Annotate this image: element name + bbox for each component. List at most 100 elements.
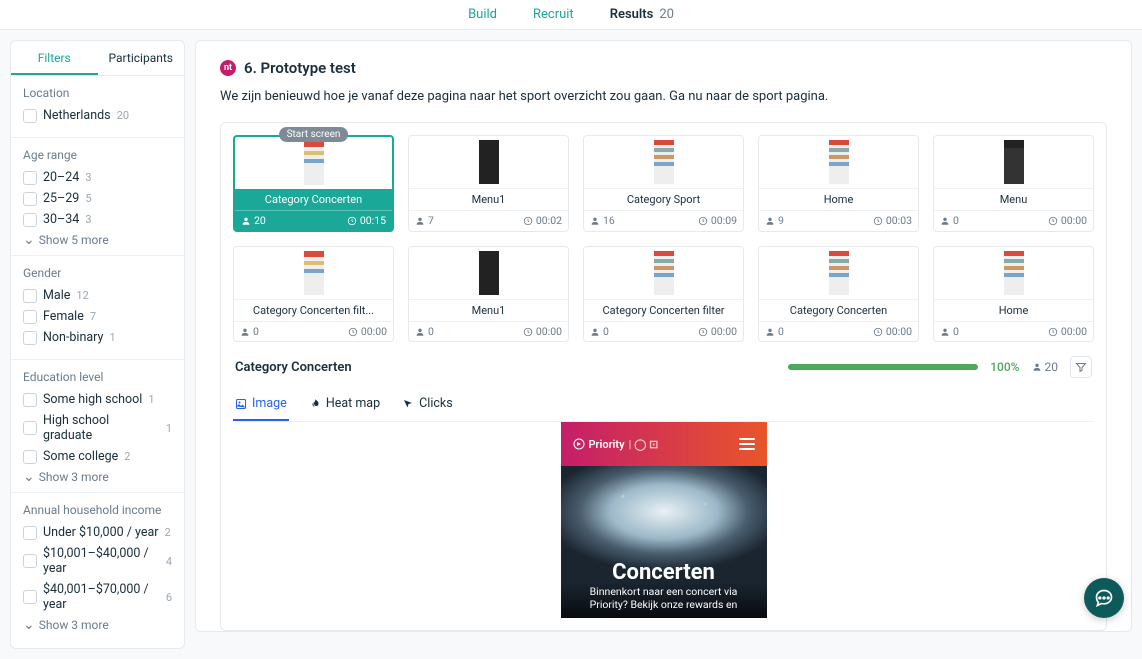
screen-time: 00:00 xyxy=(873,325,912,338)
screen-thumb xyxy=(235,137,392,189)
screen-card[interactable]: Home 0 00:00 xyxy=(933,246,1094,342)
clock-icon xyxy=(1048,327,1058,337)
screen-card[interactable]: Menu1 7 00:02 xyxy=(408,135,569,232)
filter-group-education: Education level Some high school1 High s… xyxy=(11,360,184,493)
checkbox[interactable] xyxy=(23,526,37,540)
screen-people: 0 xyxy=(940,325,959,338)
show-more-education[interactable]: Show 3 more xyxy=(23,470,172,484)
help-fab[interactable] xyxy=(1084,578,1124,618)
nav-step-results[interactable]: Results 20 xyxy=(592,0,692,29)
person-icon xyxy=(765,216,775,226)
nav-step-results-label: Results xyxy=(610,7,654,22)
filter-title: Location xyxy=(23,86,172,100)
nav-step-build[interactable]: Build xyxy=(450,0,515,29)
screen-name: Category Concerten filter xyxy=(584,299,743,321)
checkbox[interactable] xyxy=(23,213,37,227)
clock-icon xyxy=(698,327,708,337)
filter-group-age: Age range 20–243 25–295 30–343 Show 5 mo… xyxy=(11,138,184,256)
checkbox[interactable] xyxy=(23,554,37,568)
filter-item[interactable]: 25–295 xyxy=(23,191,172,206)
tab-participants[interactable]: Participants xyxy=(98,41,185,75)
checkbox[interactable] xyxy=(23,450,37,464)
preview-brand: Priority | ◯ ⊡ xyxy=(573,438,659,451)
sidebar: Filters Participants Location Netherland… xyxy=(10,40,185,649)
checkbox[interactable] xyxy=(23,289,37,303)
person-icon xyxy=(1032,362,1042,372)
filter-item[interactable]: Non-binary1 xyxy=(23,330,172,345)
checkbox[interactable] xyxy=(23,421,37,435)
screen-people: 0 xyxy=(240,325,259,338)
screen-card[interactable]: Category Concerten filter 0 00:00 xyxy=(583,246,744,342)
preview-wrap: Priority | ◯ ⊡ Concerten Binnenkort naar… xyxy=(233,422,1094,618)
filter-item[interactable]: Under $10,000 / year2 xyxy=(23,525,172,540)
screen-stats: 0 00:00 xyxy=(409,321,568,341)
image-icon xyxy=(235,398,247,410)
screen-thumb xyxy=(409,247,568,299)
screen-thumb xyxy=(934,247,1093,299)
checkbox[interactable] xyxy=(23,310,37,324)
filter-item[interactable]: 20–243 xyxy=(23,170,172,185)
filter-group-location: Location Netherlands 20 xyxy=(11,76,184,138)
section-description: We zijn benieuwd hoe je vanaf deze pagin… xyxy=(220,89,1107,104)
filter-item[interactable]: Male12 xyxy=(23,288,172,303)
checkbox[interactable] xyxy=(23,590,37,604)
screen-card[interactable]: Menu 0 00:00 xyxy=(933,135,1094,232)
filter-item[interactable]: High school graduate1 xyxy=(23,413,172,443)
filter-item[interactable]: Some college2 xyxy=(23,449,172,464)
screen-card[interactable]: Category Sport 16 00:09 xyxy=(583,135,744,232)
screen-thumb xyxy=(409,136,568,188)
screen-card[interactable]: Category Concerten filt... 0 00:00 xyxy=(233,246,394,342)
tab-filters[interactable]: Filters xyxy=(11,41,98,75)
screen-card[interactable]: Category Concerten 0 00:00 xyxy=(758,246,919,342)
screen-card[interactable]: Home 9 00:03 xyxy=(758,135,919,232)
nav-step-recruit[interactable]: Recruit xyxy=(515,0,592,29)
view-tab-clicks[interactable]: Clicks xyxy=(400,388,455,421)
start-screen-tag: Start screen xyxy=(279,127,349,142)
screen-thumb xyxy=(759,136,918,188)
filter-item[interactable]: $40,001–$70,000 / year6 xyxy=(23,582,172,612)
fire-icon xyxy=(309,398,321,410)
screen-name: Category Concerten xyxy=(235,189,392,210)
hamburger-icon xyxy=(739,438,755,450)
filter-title: Gender xyxy=(23,266,172,280)
show-more-income[interactable]: Show 3 more xyxy=(23,618,172,632)
detail-bar: Category Concerten 100% 20 xyxy=(233,356,1094,378)
screens-box: Start screen Category Concerten 20 00:15… xyxy=(220,122,1107,631)
screen-time: 00:00 xyxy=(523,325,562,338)
screen-card[interactable]: Start screen Category Concerten 20 00:15 xyxy=(233,135,394,232)
filter-item[interactable]: 30–343 xyxy=(23,212,172,227)
screen-thumb xyxy=(584,247,743,299)
person-icon xyxy=(241,216,251,226)
screen-stats: 0 00:00 xyxy=(759,321,918,341)
screen-stats: 16 00:09 xyxy=(584,210,743,230)
clock-icon xyxy=(347,216,357,226)
screen-name: Menu1 xyxy=(409,188,568,210)
screen-time: 00:00 xyxy=(1048,214,1087,227)
screen-name: Menu1 xyxy=(409,299,568,321)
screen-card[interactable]: Menu1 0 00:00 xyxy=(408,246,569,342)
checkbox[interactable] xyxy=(23,192,37,206)
screen-people: 16 xyxy=(590,214,615,227)
show-more-age[interactable]: Show 5 more xyxy=(23,233,172,247)
view-tab-image[interactable]: Image xyxy=(233,388,289,421)
filter-title: Annual household income xyxy=(23,503,172,517)
filter-item[interactable]: $10,001–$40,000 / year4 xyxy=(23,546,172,576)
preview-header: Priority | ◯ ⊡ xyxy=(561,422,767,466)
filter-item[interactable]: Female7 xyxy=(23,309,172,324)
screen-people: 20 xyxy=(241,214,266,227)
screen-people: 0 xyxy=(415,325,434,338)
filter-item[interactable]: Some high school1 xyxy=(23,392,172,407)
screen-time: 00:09 xyxy=(698,214,737,227)
person-icon xyxy=(240,327,250,337)
checkbox[interactable] xyxy=(23,331,37,345)
checkbox[interactable] xyxy=(23,393,37,407)
person-icon xyxy=(590,216,600,226)
filter-group-gender: Gender Male12 Female7 Non-binary1 xyxy=(11,256,184,360)
view-tab-heatmap[interactable]: Heat map xyxy=(307,388,382,421)
filter-item[interactable]: Netherlands 20 xyxy=(23,108,172,123)
detail-filter-button[interactable] xyxy=(1070,356,1092,378)
brand-icon xyxy=(573,438,585,450)
checkbox[interactable] xyxy=(23,171,37,185)
checkbox[interactable] xyxy=(23,109,37,123)
screen-stats: 20 00:15 xyxy=(235,210,392,230)
